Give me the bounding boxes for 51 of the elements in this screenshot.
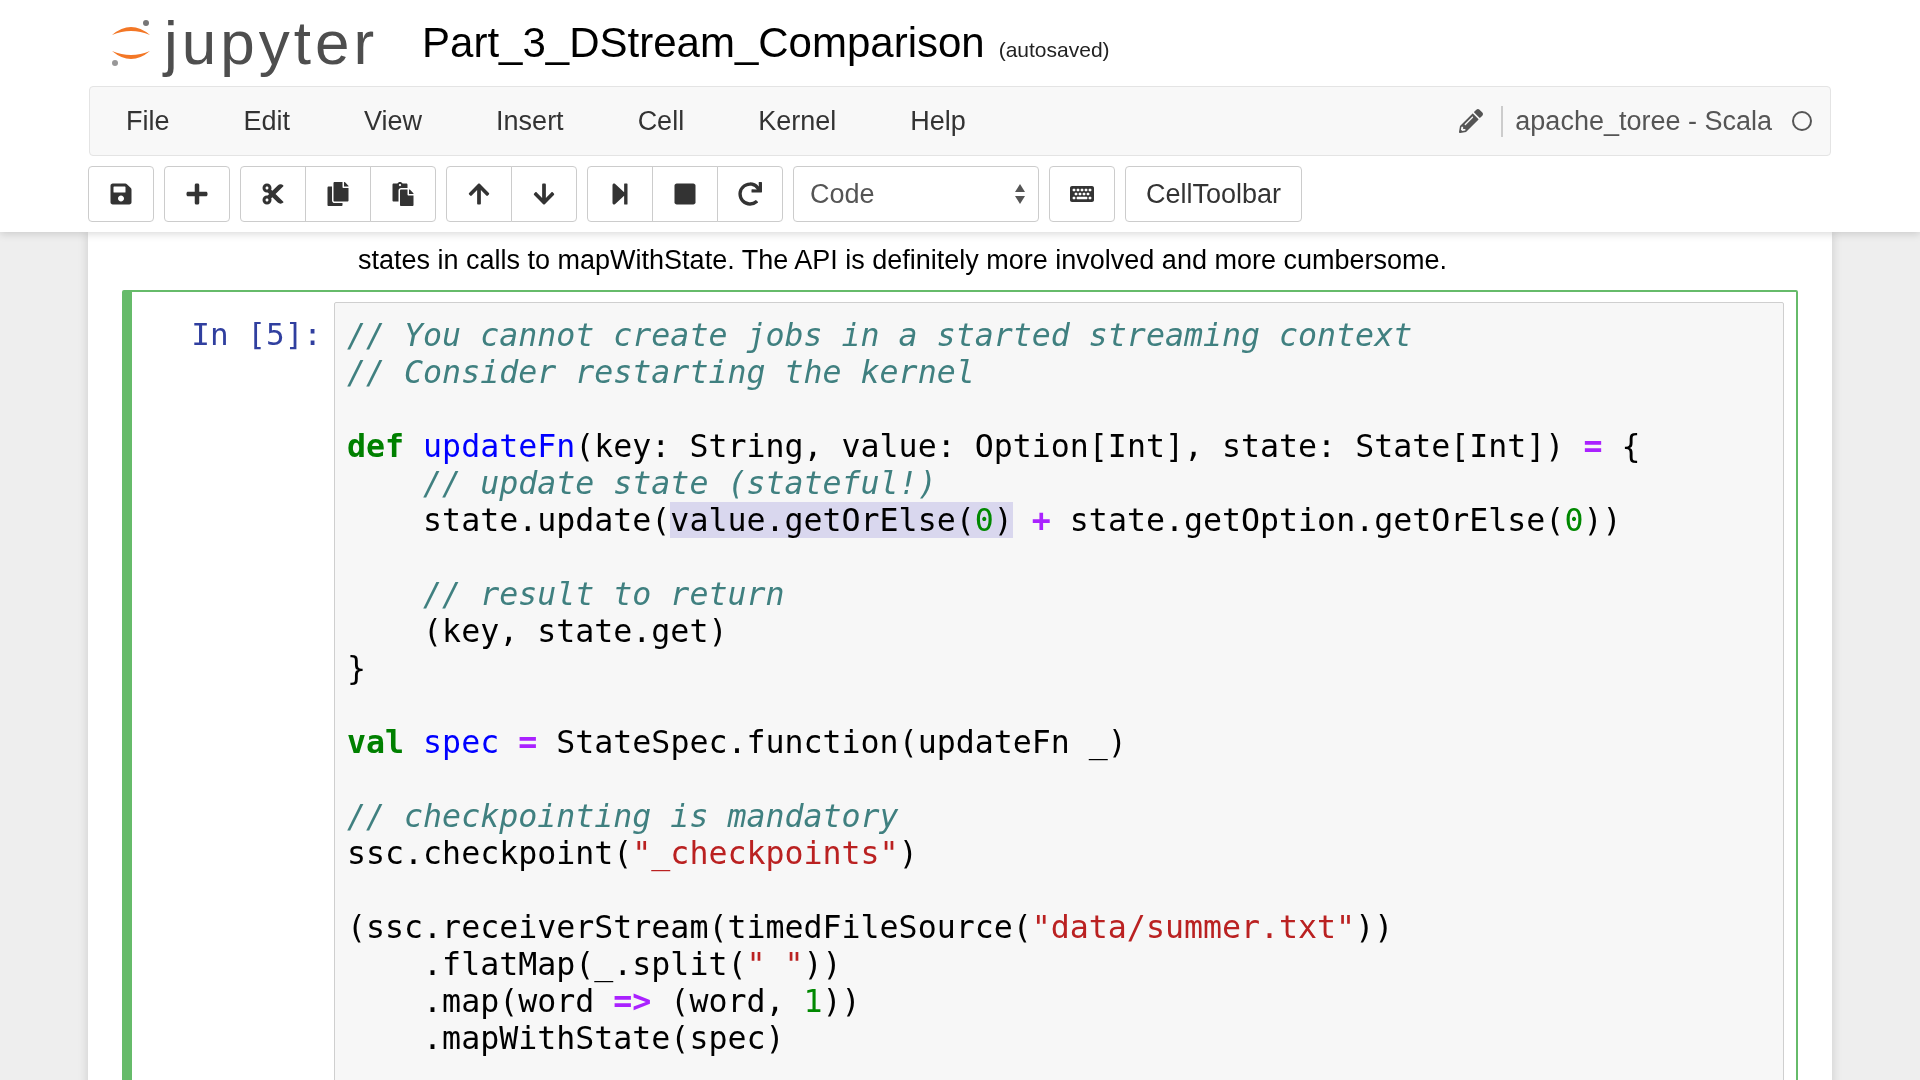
markdown-text: states in calls to mapWithState. The API is definitely more involved and more cumbersome.: [357, 244, 1448, 277]
paste-button[interactable]: [370, 166, 436, 222]
code-line: .map(word => (word, 1)): [422, 983, 861, 1019]
notebook-title[interactable]: Part_3_DStream_Comparison: [422, 19, 985, 67]
scissors-icon: [261, 182, 285, 206]
shortcuts-button[interactable]: [1049, 166, 1115, 222]
restart-button[interactable]: [717, 166, 783, 222]
copy-button[interactable]: [305, 166, 371, 222]
code-line: }: [347, 650, 367, 686]
restart-icon: [738, 182, 762, 206]
insert-cell-button[interactable]: [164, 166, 230, 222]
save-status: (autosaved): [998, 38, 1110, 62]
save-button[interactable]: [88, 166, 154, 222]
code-line: // checkpointing is mandatory: [347, 798, 899, 834]
arrow-down-icon: [532, 182, 556, 206]
code-line: // You cannot create jobs in a started streaming context: [347, 317, 1413, 353]
paste-icon: [391, 182, 415, 206]
menu-item[interactable]: Edit: [206, 97, 328, 145]
plus-icon: [185, 182, 209, 206]
edit-icon[interactable]: [1459, 109, 1484, 133]
save-icon: [109, 182, 133, 206]
code-line: state.update(value.getOrElse(0) + state.getOption.getOrElse(0)): [422, 502, 1622, 538]
code-line: .flatMap(_.split(" ")): [422, 946, 842, 982]
updown-caret-icon: [1014, 183, 1026, 205]
menu-item[interactable]: Kernel: [721, 97, 874, 145]
menu-item[interactable]: Insert: [459, 97, 601, 145]
run-button[interactable]: [587, 166, 653, 222]
code-line: ssc.checkpoint("_checkpoints"): [347, 835, 918, 871]
menu-item[interactable]: Help: [873, 97, 1003, 145]
code-line: .mapWithState(spec): [422, 1020, 785, 1056]
interrupt-button[interactable]: [652, 166, 718, 222]
code-line: val spec = StateSpec.function(updateFn _): [347, 724, 1127, 760]
code-line: (ssc.receiverStream(timedFileSource("data/summer.txt")): [347, 909, 1394, 945]
kernel-name: apache_toree - Scala: [1501, 105, 1772, 137]
code-line: (key, state.get): [422, 613, 728, 649]
move-down-button[interactable]: [511, 166, 577, 222]
cell-toolbar-button[interactable]: CellToolbar: [1125, 166, 1303, 222]
code-line: def updateFn(key: String, value: Option[Int], state: State[Int]) = {: [347, 428, 1641, 464]
code-line: // Consider restarting the kernel: [347, 354, 975, 390]
move-up-button[interactable]: [446, 166, 512, 222]
cell-type-select[interactable]: Code: [793, 166, 1039, 222]
menu-item[interactable]: View: [327, 97, 460, 145]
code-line: // result to return: [422, 576, 785, 612]
cut-button[interactable]: [240, 166, 306, 222]
stop-icon: [673, 182, 697, 206]
input-prompt: In [5]:: [191, 316, 322, 352]
copy-icon: [326, 182, 350, 206]
code-line: // update state (stateful!): [422, 465, 937, 501]
menu-item[interactable]: Cell: [600, 97, 722, 145]
menu-item[interactable]: File: [108, 97, 207, 145]
arrow-up-icon: [467, 182, 491, 206]
